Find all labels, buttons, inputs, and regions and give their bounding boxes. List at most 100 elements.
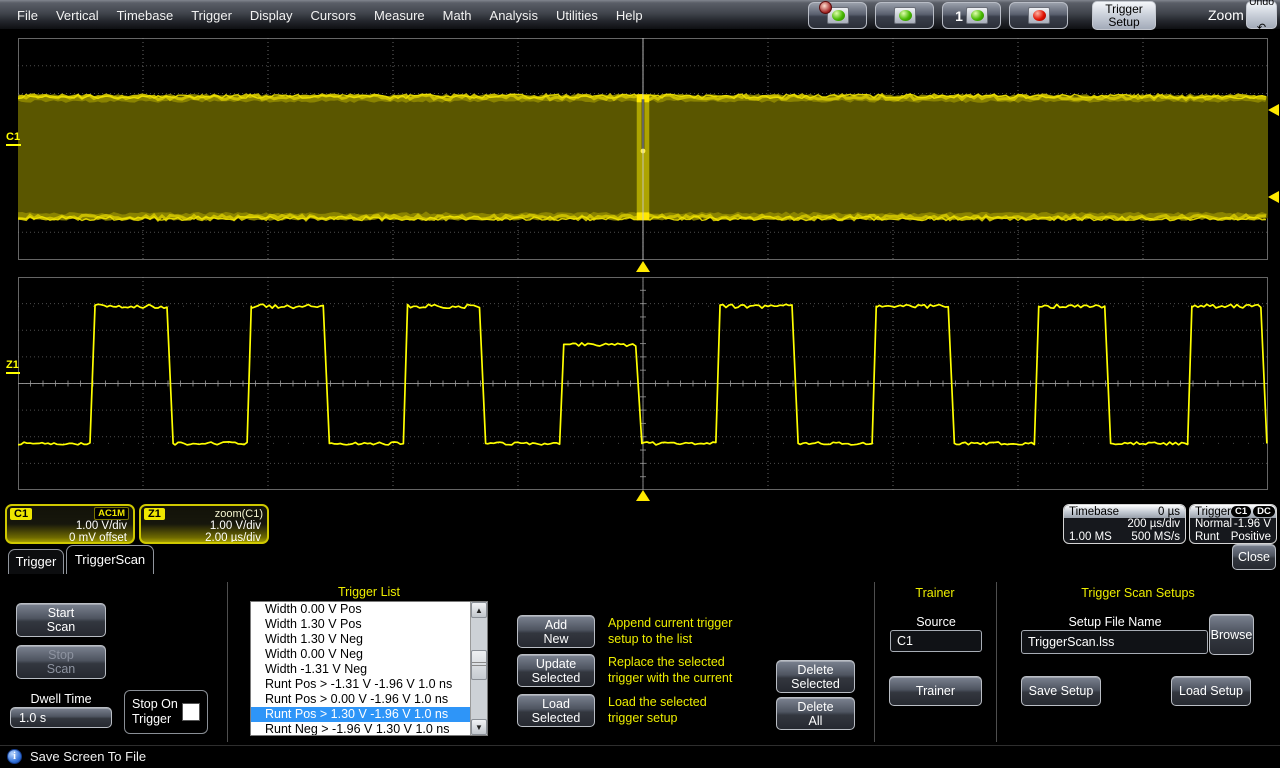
setup-file-name-field[interactable]: TriggerScan.lss: [1021, 630, 1208, 654]
menu-utilities[interactable]: Utilities: [547, 8, 607, 23]
single-count-label: 1: [955, 8, 963, 24]
trigger-source-badge: C1: [1231, 506, 1251, 517]
dwell-time-label: Dwell Time: [14, 692, 108, 706]
trigger-box[interactable]: Trigger C1 DC Normal -1.96 V Runt Positi…: [1189, 504, 1277, 544]
stop-trigger-icon: [1028, 7, 1050, 24]
trigger-scan-setups-title: Trigger Scan Setups: [996, 586, 1280, 600]
menu-measure[interactable]: Measure: [365, 8, 434, 23]
trigger-time-marker-bottom[interactable]: [636, 490, 650, 501]
menu-help[interactable]: Help: [607, 8, 652, 23]
trigger-normal-button[interactable]: [875, 2, 934, 29]
trigger-list-item[interactable]: Runt Pos > -1.31 V -1.96 V 1.0 ns: [251, 677, 470, 692]
trigger-level: -1.96 V: [1234, 518, 1271, 531]
runt-upper-level-marker[interactable]: [1268, 104, 1279, 116]
menu-vertical[interactable]: Vertical: [47, 8, 108, 23]
status-bar: i Save Screen To File: [0, 745, 1280, 768]
zoom-label: Zoom: [1208, 7, 1244, 23]
browse-button[interactable]: Browse: [1209, 614, 1254, 655]
timebase-title: Timebase: [1069, 506, 1119, 518]
c1-descriptor-box[interactable]: C1 AC1M 1.00 V/div 0 mV offset: [5, 504, 135, 544]
trigger-stop-button[interactable]: [1009, 2, 1068, 29]
z1-trace-label: Z1: [6, 359, 20, 374]
z1-descriptor-box[interactable]: Z1 zoom(C1) 1.00 V/div 2.00 µs/div: [139, 504, 269, 544]
tab-trigger[interactable]: Trigger: [8, 549, 64, 574]
c1-offset: 0 mV offset: [7, 532, 133, 544]
trigger-list-item[interactable]: Runt Pos > 0.00 V -1.96 V 1.0 ns: [251, 692, 470, 707]
menu-file[interactable]: File: [8, 8, 47, 23]
menu-analysis[interactable]: Analysis: [481, 8, 547, 23]
load-setup-button[interactable]: Load Setup: [1171, 676, 1251, 706]
timebase-delay: 0 µs: [1158, 506, 1180, 518]
z1-badge: Z1: [144, 508, 165, 520]
auto-trigger-icon: [827, 7, 849, 24]
z1-source: zoom(C1): [215, 508, 263, 520]
trigger-list-item[interactable]: Width 1.30 V Neg: [251, 632, 470, 647]
trigger-list-item[interactable]: Runt Neg > -1.96 V 1.30 V 1.0 ns: [251, 722, 470, 735]
timebase-samples: 1.00 MS: [1069, 531, 1112, 544]
tab-triggerscan[interactable]: TriggerScan: [66, 545, 154, 574]
setup-file-name-label: Setup File Name: [1022, 615, 1208, 629]
undo-button[interactable]: Undo ↶: [1246, 1, 1277, 29]
trigger-auto-button[interactable]: [808, 2, 867, 29]
trigger-list-item[interactable]: Width -1.31 V Neg: [251, 662, 470, 677]
load-selected-button[interactable]: Load Selected: [517, 694, 595, 727]
close-button[interactable]: Close: [1232, 544, 1276, 570]
c1-trace-label: C1: [6, 131, 21, 146]
trigger-list[interactable]: Width 0.00 V PosWidth 1.30 V PosWidth 1.…: [250, 601, 488, 736]
c1-badge: C1: [10, 508, 32, 520]
c1-vdiv: 1.00 V/div: [7, 520, 133, 532]
trigger-list-title: Trigger List: [250, 585, 488, 599]
start-scan-button[interactable]: Start Scan: [16, 603, 106, 637]
load-selected-description: Load the selected trigger setup: [608, 694, 788, 726]
menu-trigger[interactable]: Trigger: [182, 8, 241, 23]
trigger-list-rows[interactable]: Width 0.00 V PosWidth 1.30 V PosWidth 1.…: [251, 602, 470, 735]
runt-lower-level-marker[interactable]: [1268, 191, 1279, 203]
scroll-down-button[interactable]: ▼: [471, 719, 487, 735]
trainer-source-label: Source: [890, 615, 982, 629]
clock-icon: [819, 1, 832, 14]
trigger-list-item[interactable]: Runt Pos > 1.30 V -1.96 V 1.0 ns: [251, 707, 470, 722]
z1-vdiv: 1.00 V/div: [141, 520, 267, 532]
c1-coupling-badge: AC1M: [94, 507, 129, 520]
scroll-up-button[interactable]: ▲: [471, 602, 487, 618]
delete-all-button[interactable]: Delete All: [776, 697, 855, 730]
trainer-button[interactable]: Trainer: [889, 676, 982, 706]
trigger-single-button[interactable]: 1: [942, 2, 1001, 29]
menu-timebase[interactable]: Timebase: [108, 8, 183, 23]
z1-tdiv: 2.00 µs/div: [141, 532, 267, 544]
trigger-time-marker-top[interactable]: [636, 261, 650, 272]
trainer-title: Trainer: [874, 586, 996, 600]
trigger-slope: Positive: [1231, 531, 1271, 544]
trigger-mode: Normal: [1195, 518, 1232, 531]
normal-trigger-icon: [894, 7, 916, 24]
menu-cursors[interactable]: Cursors: [302, 8, 366, 23]
stop-on-trigger-checkbox[interactable]: [182, 703, 200, 721]
timebase-rate: 500 MS/s: [1131, 531, 1180, 544]
trainer-source-field[interactable]: C1: [890, 630, 982, 652]
menu-bar: FileVerticalTimebaseTriggerDisplayCursor…: [0, 0, 1280, 30]
trigger-type: Runt: [1195, 531, 1219, 544]
stop-scan-button[interactable]: Stop Scan: [16, 645, 106, 679]
trigger-setup-button[interactable]: Trigger Setup: [1092, 1, 1156, 30]
update-selected-button[interactable]: Update Selected: [517, 654, 595, 687]
menu-display[interactable]: Display: [241, 8, 302, 23]
trigger-list-item[interactable]: Width 0.00 V Neg: [251, 647, 470, 662]
save-setup-button[interactable]: Save Setup: [1021, 676, 1101, 706]
trigger-list-scrollbar[interactable]: ▲ ▼: [470, 602, 487, 735]
menu-items: FileVerticalTimebaseTriggerDisplayCursor…: [8, 0, 652, 30]
delete-selected-button[interactable]: Delete Selected: [776, 660, 855, 693]
trigger-coupling-badge: DC: [1253, 506, 1275, 517]
trigger-list-item[interactable]: Width 1.30 V Pos: [251, 617, 470, 632]
add-new-button[interactable]: Add New: [517, 615, 595, 648]
undo-arrow-icon: ↶: [1257, 22, 1266, 34]
scrollbar-thumb[interactable]: [471, 650, 487, 680]
info-icon: i: [7, 749, 22, 764]
single-trigger-icon: [966, 7, 988, 24]
timebase-box[interactable]: Timebase 0 µs 200 µs/div 1.00 MS 500 MS/…: [1063, 504, 1186, 544]
separator: [996, 582, 997, 742]
menu-math[interactable]: Math: [434, 8, 481, 23]
trigger-title: Trigger: [1195, 506, 1231, 518]
dwell-time-field[interactable]: 1.0 s: [10, 707, 112, 728]
trigger-list-item[interactable]: Width 0.00 V Pos: [251, 602, 470, 617]
c1-graticule: [18, 38, 1268, 260]
